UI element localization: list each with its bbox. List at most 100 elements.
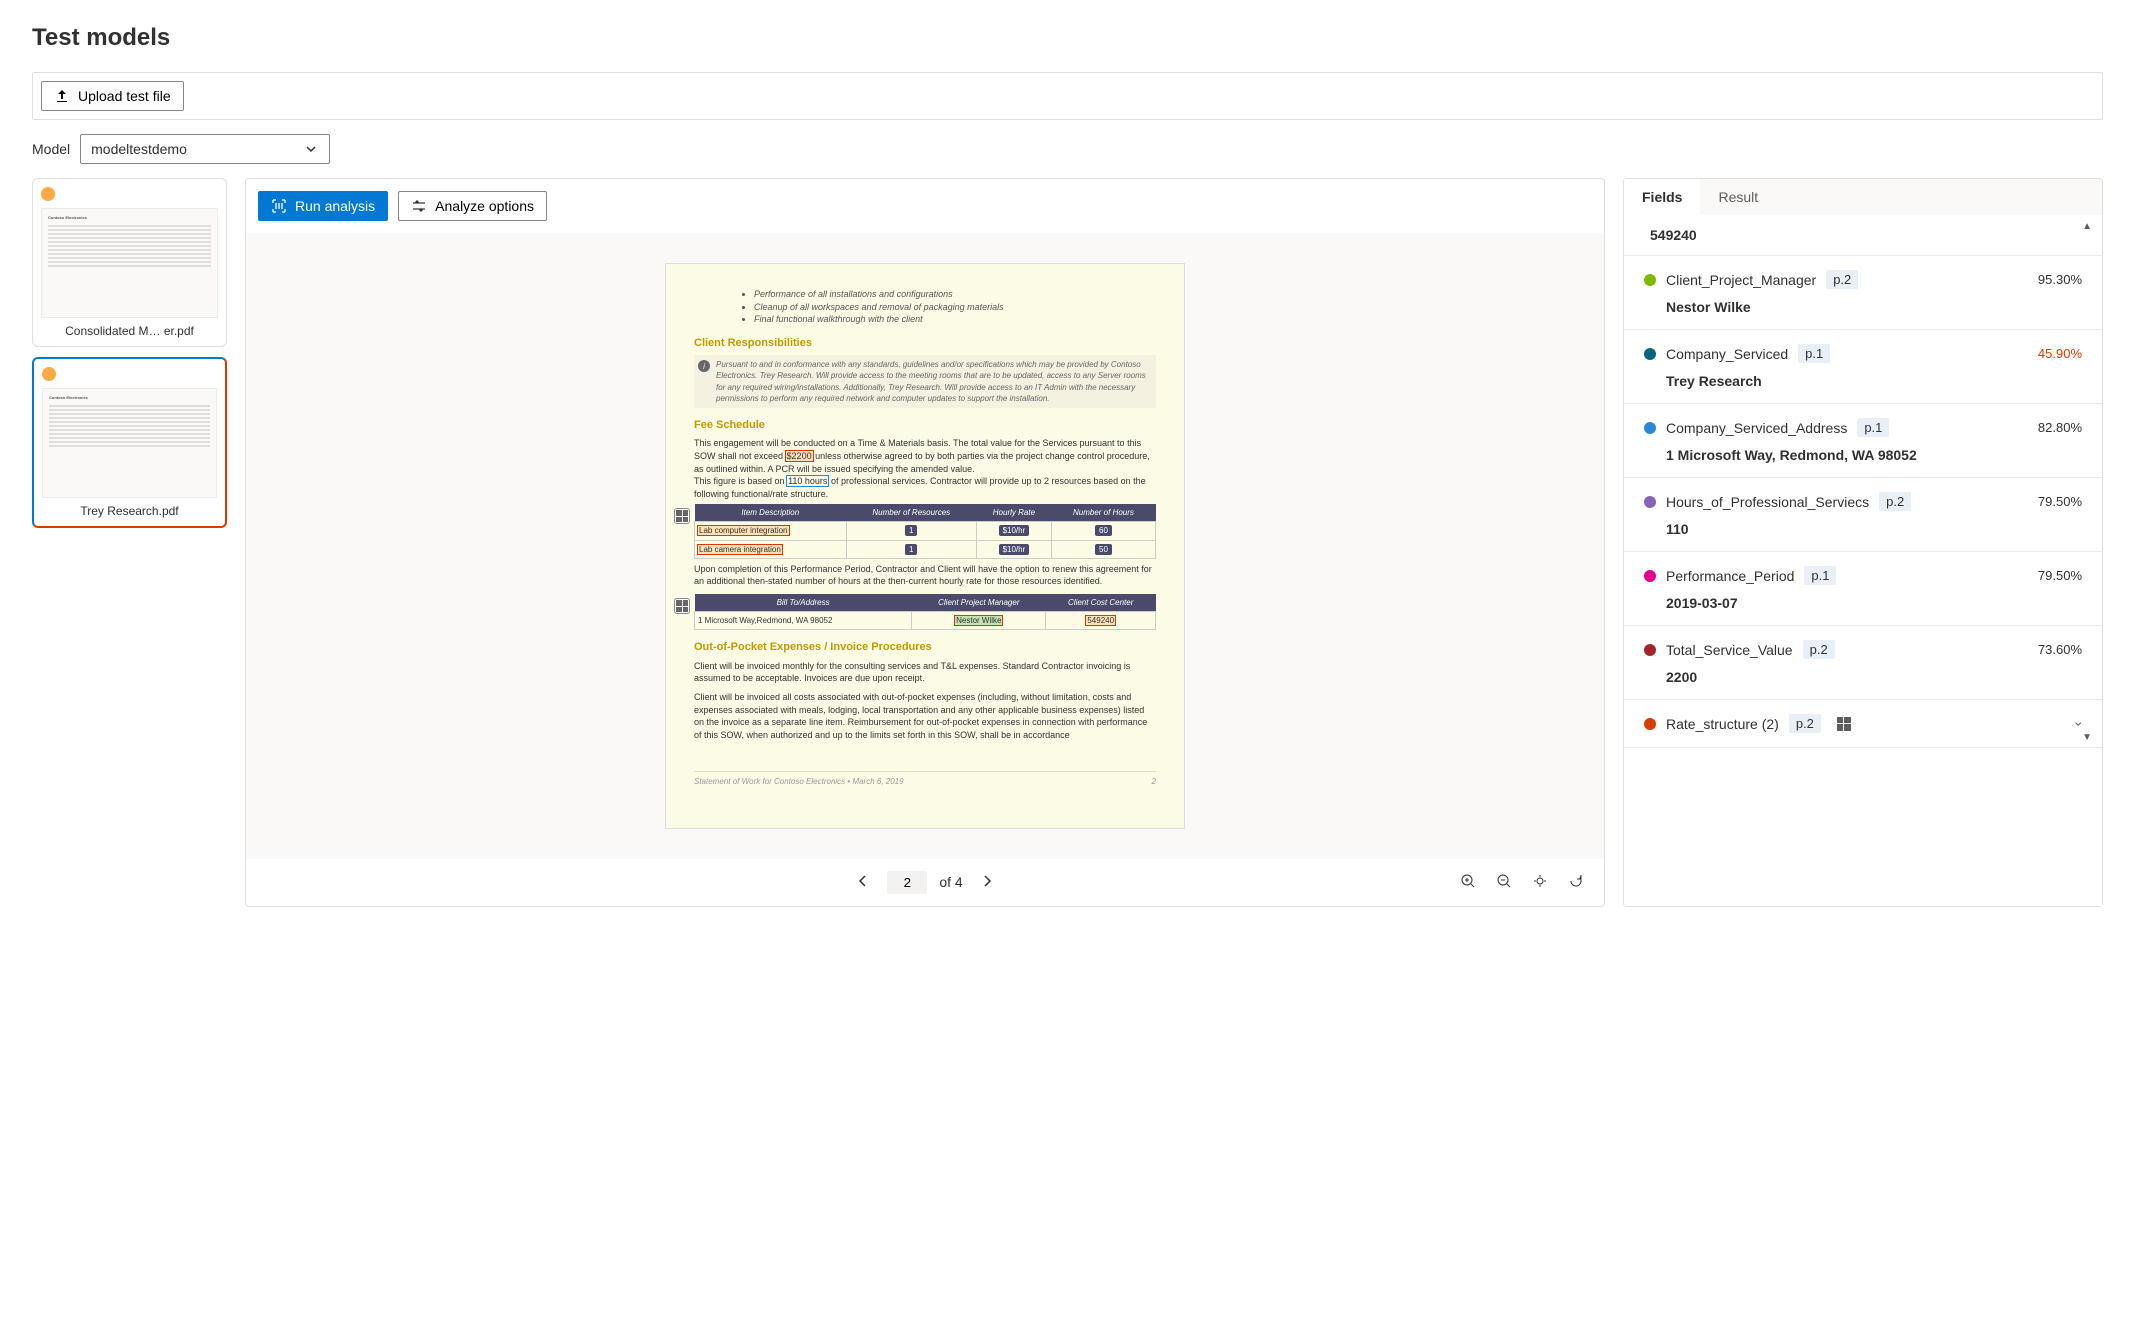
- chevron-left-icon: [855, 873, 871, 889]
- sliders-icon: [411, 198, 427, 214]
- field-name: Hours_of_Professional_Serviecs: [1666, 494, 1869, 510]
- zoom-in-button[interactable]: [1456, 869, 1480, 896]
- field-row[interactable]: Company_Servicedp.145.90%Trey Research: [1624, 330, 2102, 404]
- field-confidence: 95.30%: [2038, 272, 2082, 287]
- viewer-pagination: of 4: [246, 859, 1604, 906]
- thumbnail-item[interactable]: Contoso Electronics Consolidated M… er.p…: [32, 178, 227, 347]
- document-viewer: Run analysis Analyze options Performance…: [245, 178, 1605, 907]
- field-row[interactable]: Total_Service_Value p.2 73.60% 2200: [1624, 626, 2102, 700]
- run-analysis-button[interactable]: Run analysis: [258, 191, 388, 221]
- field-color-dot: [1644, 570, 1656, 582]
- field-top-value[interactable]: 549240 ▲: [1624, 215, 2102, 256]
- highlight-total-value[interactable]: $2200: [786, 451, 813, 461]
- page-input[interactable]: [887, 871, 927, 894]
- doc-text: This engagement will be conducted on a T…: [694, 437, 1156, 475]
- field-name: Performance_Period: [1666, 568, 1794, 584]
- field-row[interactable]: Performance_Periodp.179.50%2019-03-07: [1624, 552, 2102, 626]
- field-value: Nestor Wilke: [1666, 299, 2082, 315]
- field-row[interactable]: Hours_of_Professional_Serviecs p.2 79.50% 1…: [1624, 478, 2102, 552]
- zoom-out-button[interactable]: [1492, 869, 1516, 896]
- upload-button[interactable]: Upload test file: [41, 81, 184, 111]
- fit-button[interactable]: [1528, 869, 1552, 896]
- field-page-badge: p.1: [1798, 344, 1830, 363]
- chevron-down-icon: ›: [2072, 721, 2088, 726]
- document-canvas[interactable]: Performance of all installations and con…: [246, 233, 1604, 859]
- field-color-dot: [1644, 496, 1656, 508]
- highlight-hours[interactable]: 110 hours: [787, 476, 828, 486]
- run-analysis-label: Run analysis: [295, 198, 375, 214]
- field-name: Total_Service_Value: [1666, 642, 1793, 658]
- next-page-button[interactable]: [975, 869, 999, 896]
- status-dot-icon: [41, 187, 55, 201]
- fit-icon: [1532, 873, 1548, 889]
- doc-bullet: Final functional walkthrough with the cl…: [754, 313, 1156, 326]
- field-value: 110: [1666, 521, 2082, 537]
- field-value: 2019-03-07: [1666, 595, 2082, 611]
- doc-heading: Fee Schedule: [694, 418, 1156, 433]
- highlight-client-pm[interactable]: Nestor Wilke: [955, 616, 1002, 625]
- field-color-dot: [1644, 718, 1656, 730]
- viewer-toolbar: Run analysis Analyze options: [246, 179, 1604, 233]
- field-confidence: 45.90%: [2038, 346, 2082, 361]
- doc-text: This figure is based on 110 hours of pro…: [694, 475, 1156, 500]
- page-total: of 4: [939, 874, 962, 890]
- field-color-dot: [1644, 274, 1656, 286]
- zoom-in-icon: [1460, 873, 1476, 889]
- page-title: Test models: [32, 24, 2103, 52]
- info-icon: i: [698, 360, 710, 372]
- doc-text: Pursuant to and in conformance with any …: [716, 359, 1152, 404]
- thumbnail-label: Consolidated M… er.pdf: [41, 324, 218, 338]
- doc-heading: Client Responsibilities: [694, 336, 1156, 351]
- field-page-badge: p.2: [1879, 492, 1911, 511]
- field-name: Client_Project_Manager: [1666, 272, 1816, 288]
- doc-footer-left: Statement of Work for Contoso Electronic…: [694, 776, 904, 787]
- prev-page-button[interactable]: [851, 869, 875, 896]
- doc-info-box: i Pursuant to and in conformance with an…: [694, 355, 1156, 408]
- document-page: Performance of all installations and con…: [665, 263, 1185, 829]
- model-select[interactable]: modeltestdemo: [80, 134, 330, 164]
- upload-label: Upload test file: [78, 88, 171, 104]
- tab-result[interactable]: Result: [1700, 179, 1776, 215]
- fields-panel: Fields Result 549240 ▲ Client_Project_Ma…: [1623, 178, 2103, 907]
- scroll-up-icon[interactable]: ▲: [2082, 221, 2092, 232]
- table-handle-icon[interactable]: [674, 598, 690, 614]
- analyze-options-button[interactable]: Analyze options: [398, 191, 547, 221]
- model-selected-value: modeltestdemo: [91, 141, 187, 157]
- rotate-icon: [1568, 873, 1584, 889]
- upload-icon: [54, 88, 70, 104]
- field-color-dot: [1644, 644, 1656, 656]
- field-page-badge: p.2: [1803, 640, 1835, 659]
- model-label: Model: [32, 141, 70, 157]
- field-value: 1 Microsoft Way, Redmond, WA 98052: [1666, 447, 2082, 463]
- doc-text: Client will be invoiced all costs associ…: [694, 691, 1156, 741]
- thumbnail-preview: Contoso Electronics: [41, 208, 218, 318]
- field-name: Company_Serviced: [1666, 346, 1788, 362]
- table-icon: [1837, 717, 1851, 731]
- tab-fields[interactable]: Fields: [1624, 179, 1700, 215]
- field-confidence: 82.80%: [2038, 420, 2082, 435]
- thumbnail-label: Trey Research.pdf: [42, 504, 217, 518]
- field-page-badge: p.2: [1789, 714, 1821, 733]
- table-handle-icon[interactable]: [674, 508, 690, 524]
- doc-text: Client will be invoiced monthly for the …: [694, 660, 1156, 685]
- doc-bullet: Performance of all installations and con…: [754, 288, 1156, 301]
- highlight-cost-center[interactable]: 549240: [1086, 616, 1115, 625]
- thumbnail-item[interactable]: Contoso Electronics Trey Research.pdf: [32, 357, 227, 528]
- rate-table: Item Description Number of Resources Hou…: [694, 504, 1156, 559]
- field-confidence: 79.50%: [2038, 494, 2082, 509]
- field-row-rate-structure[interactable]: Rate_structure (2) p.2 › ▼: [1624, 700, 2102, 748]
- field-page-badge: p.2: [1826, 270, 1858, 289]
- chevron-right-icon: [979, 873, 995, 889]
- field-page-badge: p.1: [1804, 566, 1836, 585]
- fields-list: 549240 ▲ Client_Project_Manager p.2 95.30%…: [1624, 215, 2102, 906]
- field-name: Rate_structure (2): [1666, 716, 1779, 732]
- field-value: 2200: [1666, 669, 2082, 685]
- field-row[interactable]: Company_Serviced_Addressp.182.80%1 Micro…: [1624, 404, 2102, 478]
- doc-heading: Out-of-Pocket Expenses / Invoice Procedu…: [694, 640, 1156, 655]
- field-confidence: 73.60%: [2038, 642, 2082, 657]
- scroll-down-icon[interactable]: ▼: [2082, 732, 2092, 743]
- upload-bar: Upload test file: [32, 72, 2103, 120]
- zoom-out-icon: [1496, 873, 1512, 889]
- field-row[interactable]: Client_Project_Manager p.2 95.30% Nestor Wi…: [1624, 256, 2102, 330]
- rotate-button[interactable]: [1564, 869, 1588, 896]
